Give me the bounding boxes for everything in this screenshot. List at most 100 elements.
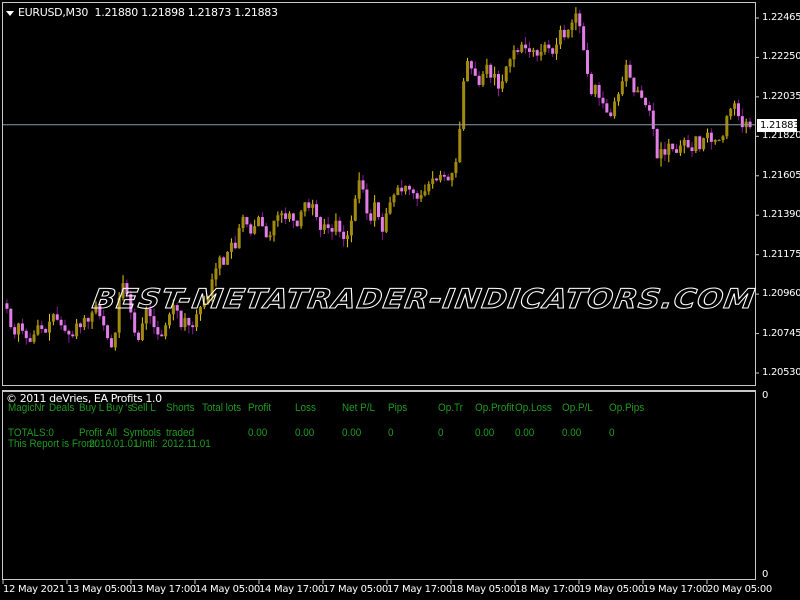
bull-candle [682, 137, 686, 154]
candle-body [5, 303, 9, 309]
bear-candle [489, 62, 493, 83]
bull-candle [346, 230, 350, 248]
candle-body [334, 220, 338, 232]
candle-body [547, 44, 551, 49]
candle-body [67, 330, 71, 335]
candle-body [187, 317, 191, 326]
bull-candle [450, 172, 454, 187]
bull-candle [75, 318, 79, 340]
bull-candle [229, 238, 233, 259]
bull-candle [218, 255, 222, 276]
bear-candle [377, 201, 380, 221]
price-label: 1.22465 [762, 12, 800, 23]
bear-candle [380, 213, 384, 240]
bull-candle [500, 74, 504, 93]
bull-candle [357, 172, 361, 204]
watermark: BEST-METATRADER-INDICATORS.COM [90, 283, 759, 315]
bear-candle [597, 82, 601, 106]
header-net-pl: Net P/L [342, 402, 376, 414]
bear-candle [477, 71, 481, 88]
bear-candle [690, 141, 694, 157]
candle-body [462, 81, 466, 129]
bull-candle [570, 19, 574, 38]
bull-candle [384, 207, 388, 234]
candle-body [582, 26, 586, 51]
candle-body [551, 48, 555, 54]
candle-body [423, 191, 427, 196]
bear-candle [13, 323, 17, 339]
candle-body [605, 103, 609, 113]
bull-candle [558, 25, 562, 49]
bull-candle [733, 100, 737, 116]
bull-candle [555, 37, 559, 60]
candle-body [613, 101, 617, 117]
candle-body [299, 211, 303, 227]
candle-body [32, 334, 36, 342]
candle-body [636, 90, 640, 93]
bear-candle [245, 216, 249, 228]
bear-candle [411, 187, 415, 200]
candle-body [342, 231, 346, 240]
bull-candle [531, 47, 535, 57]
header-op-pl: Op.P/L [562, 402, 593, 414]
main-chart-window[interactable]: EURUSD,M30 1.21880 1.21898 1.21873 1.218… [0, 0, 800, 390]
candlestick-chart[interactable] [0, 0, 800, 390]
bull-candle [566, 29, 570, 39]
bear-candle [435, 177, 439, 182]
candle-body [535, 50, 539, 56]
candle-body [357, 180, 361, 199]
bull-candle [431, 171, 435, 189]
bull-candle [593, 84, 597, 98]
bull-candle [678, 140, 682, 156]
candle-body [675, 149, 679, 153]
candle-body [338, 220, 342, 232]
candle-body [214, 268, 218, 280]
candle-body [24, 330, 28, 339]
candle-body [152, 316, 156, 328]
candle-body [315, 204, 319, 218]
indicator-window-frame [2, 390, 756, 580]
candle-body [466, 61, 470, 82]
price-label: 1.21390 [762, 209, 800, 221]
bull-candle [744, 118, 748, 134]
totals-loss: 0.00 [295, 427, 315, 439]
candle-body [106, 325, 110, 339]
totals-net-pl: 0.00 [342, 427, 362, 439]
candle-body [233, 242, 237, 249]
header-buys: Buy 's [106, 402, 133, 414]
bear-candle [589, 71, 593, 97]
bear-candle [524, 37, 528, 54]
candle-body [264, 226, 268, 238]
candle-body [419, 195, 423, 199]
candle-body [539, 51, 543, 56]
bull-candle [504, 65, 508, 84]
candle-body [63, 325, 67, 331]
bull-candle [539, 44, 543, 61]
bull-candle [48, 313, 52, 341]
bear-candle [446, 173, 450, 181]
bear-candle [137, 330, 141, 342]
candle-body [287, 213, 291, 219]
time-label: 17 May 05:00 [323, 584, 388, 595]
bear-candle [663, 142, 667, 161]
candle-body [729, 108, 733, 117]
candle-body [377, 202, 380, 218]
dropdown-arrow-icon[interactable] [6, 10, 14, 16]
candle-body [690, 147, 694, 152]
header-shorts: Shorts [166, 402, 195, 414]
bull-candle [241, 214, 245, 233]
candle-body [733, 103, 737, 109]
candle-body [55, 314, 59, 320]
bear-candle [63, 319, 67, 334]
candle-body [17, 323, 21, 335]
candle-body [438, 174, 442, 181]
candle-body [493, 73, 497, 78]
bull-candle [276, 211, 280, 227]
candle-body [44, 328, 48, 333]
bull-candle [729, 107, 733, 120]
candle-body [628, 64, 632, 78]
bear-candle [20, 318, 24, 335]
candle-body [400, 187, 404, 192]
bull-candle [574, 7, 578, 31]
bear-candle [78, 322, 82, 334]
